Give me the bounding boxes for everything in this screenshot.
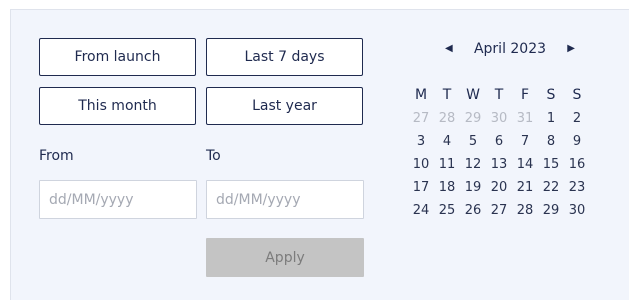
- weekday-header: W: [466, 87, 480, 103]
- calendar-day[interactable]: 4: [434, 130, 460, 153]
- calendar-day[interactable]: 16: [564, 153, 590, 176]
- weekday-header: F: [520, 87, 530, 103]
- calendar-day[interactable]: 10: [408, 153, 434, 176]
- from-label: From: [39, 148, 74, 164]
- calendar-day[interactable]: 8: [538, 130, 564, 153]
- calendar-day[interactable]: 3: [408, 130, 434, 153]
- calendar-header: ◀ April 2023 ▶: [445, 38, 575, 60]
- calendar-day-outside-month[interactable]: 31: [512, 107, 538, 130]
- calendar-day[interactable]: 9: [564, 130, 590, 153]
- calendar-day[interactable]: 19: [460, 176, 486, 199]
- calendar-day[interactable]: 23: [564, 176, 590, 199]
- calendar-day[interactable]: 6: [486, 130, 512, 153]
- calendar-day[interactable]: 2: [564, 107, 590, 130]
- calendar-day-outside-month[interactable]: 30: [486, 107, 512, 130]
- to-label: To: [206, 148, 221, 164]
- preset-this-month-button[interactable]: This month: [39, 87, 196, 125]
- weekday-header: T: [494, 87, 504, 103]
- calendar-day[interactable]: 22: [538, 176, 564, 199]
- prev-month-icon[interactable]: ◀: [445, 38, 453, 60]
- calendar-day[interactable]: 29: [538, 199, 564, 222]
- calendar-day[interactable]: 5: [460, 130, 486, 153]
- calendar-day[interactable]: 30: [564, 199, 590, 222]
- calendar-month-label: April 2023: [473, 41, 547, 57]
- calendar-day[interactable]: 25: [434, 199, 460, 222]
- weekday-header: M: [414, 87, 428, 103]
- calendar-day[interactable]: 27: [486, 199, 512, 222]
- next-month-icon[interactable]: ▶: [567, 38, 575, 60]
- preset-from-launch-button[interactable]: From launch: [39, 38, 196, 76]
- calendar-day[interactable]: 24: [408, 199, 434, 222]
- weekday-header: T: [442, 87, 452, 103]
- calendar-day-outside-month[interactable]: 27: [408, 107, 434, 130]
- calendar-day-outside-month[interactable]: 28: [434, 107, 460, 130]
- calendar-day[interactable]: 13: [486, 153, 512, 176]
- calendar-day[interactable]: 14: [512, 153, 538, 176]
- calendar-day[interactable]: 20: [486, 176, 512, 199]
- calendar-day[interactable]: 7: [512, 130, 538, 153]
- apply-button[interactable]: Apply: [206, 238, 364, 277]
- calendar-day-outside-month[interactable]: 29: [460, 107, 486, 130]
- calendar-day[interactable]: 11: [434, 153, 460, 176]
- calendar-day[interactable]: 28: [512, 199, 538, 222]
- calendar-grid: M T W T F S S 27 28 29 30 31 1 2 3 4 5 6 7 8 9 10 11 12 13 14 15 16…: [408, 84, 590, 222]
- calendar-day[interactable]: 15: [538, 153, 564, 176]
- calendar-day[interactable]: 26: [460, 199, 486, 222]
- calendar-day[interactable]: 12: [460, 153, 486, 176]
- calendar-day[interactable]: 18: [434, 176, 460, 199]
- weekday-header: S: [572, 87, 582, 103]
- weekday-header: S: [546, 87, 556, 103]
- preset-last-year-button[interactable]: Last year: [206, 87, 363, 125]
- to-date-input[interactable]: [206, 180, 364, 219]
- from-date-input[interactable]: [39, 180, 197, 219]
- preset-last-7-days-button[interactable]: Last 7 days: [206, 38, 363, 76]
- calendar-day[interactable]: 1: [538, 107, 564, 130]
- calendar-day[interactable]: 21: [512, 176, 538, 199]
- calendar-day[interactable]: 17: [408, 176, 434, 199]
